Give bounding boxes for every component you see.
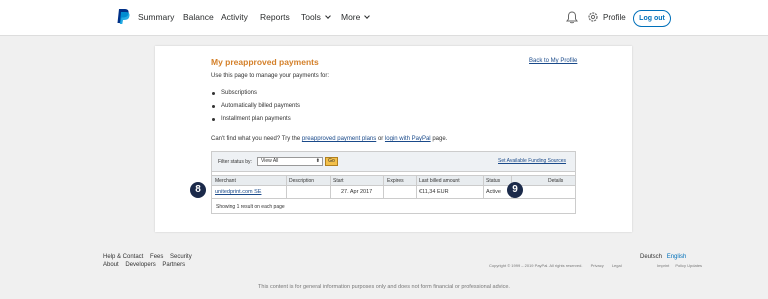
disclaimer-text: This content is for general information … [258,284,510,290]
list-item: Installment plan payments [211,116,300,129]
copyright-text: Copyright © 1999 – 2019 PayPal. All righ… [489,263,583,268]
column-header-last-billed[interactable]: Last billed amount [419,178,460,184]
footer-link-policy-updates[interactable]: Policy Updates [675,263,702,268]
merchant-link[interactable]: unitedprint.com SE [215,189,261,195]
chevron-down-icon [325,13,331,19]
footer-link-privacy[interactable]: Privacy [591,263,604,268]
cell-start: 27. Apr 2017 [341,189,373,195]
list-item: Automatically billed payments [211,103,300,116]
footer-link-partners[interactable]: Partners [162,262,185,268]
nav-summary[interactable]: Summary [138,12,174,22]
help-text-suffix: page. [432,136,448,142]
footer-link-help[interactable]: Help & Contact [103,254,143,260]
language-switcher: Deutsch English [640,254,686,260]
back-to-profile-link[interactable]: Back to My Profile [529,58,577,64]
results-count: Showing 1 result on each page [216,204,285,210]
nav-tools[interactable]: Tools [301,12,331,22]
status-filter-select[interactable]: View All [257,157,323,166]
annotation-marker-9: 9 [507,182,523,198]
annotation-marker-8: 8 [190,182,206,198]
go-button[interactable]: Go [325,157,338,166]
column-header-description[interactable]: Description [289,178,314,184]
language-deutsch[interactable]: Deutsch [640,254,662,260]
help-text: Can't find what you need? Try the preapp… [211,136,447,142]
page-title: My preapproved payments [211,57,319,67]
filter-label: Filter status by: [218,159,252,165]
login-with-paypal-link[interactable]: login with PayPal [385,136,431,142]
footer-link-security[interactable]: Security [170,254,192,260]
payments-table: Filter status by: View All Go Set Availa… [211,151,576,214]
funding-sources-link[interactable]: Set Available Funding Sources [498,158,566,164]
cell-last-billed: €11,34 EUR [419,189,449,195]
bell-icon[interactable] [566,11,578,24]
nav-more-label: More [341,12,361,22]
help-text-prefix: Can't find what you need? Try the [211,136,301,142]
column-header-details: Details [548,178,564,184]
paypal-logo-icon[interactable] [116,8,130,25]
column-header-merchant[interactable]: Merchant [215,178,236,184]
column-header-start[interactable]: Start [333,178,344,184]
filter-bar: Filter status by: View All Go Set Availa… [212,152,575,172]
policy-line: Imprint Policy Updates [657,263,702,268]
help-text-or: or [377,136,384,142]
footer-link-legal[interactable]: Legal [612,263,622,268]
cell-status: Active [486,189,501,195]
nav-more[interactable]: More [341,12,371,22]
logout-button[interactable]: Log out [633,10,671,27]
language-english[interactable]: English [667,254,687,260]
nav-reports[interactable]: Reports [260,12,290,22]
nav-balance[interactable]: Balance [183,12,214,22]
nav-tools-label: Tools [301,12,321,22]
profile-link[interactable]: Profile [603,13,626,22]
preapproved-plans-link[interactable]: preapproved payment plans [302,136,376,142]
footer-link-developers[interactable]: Developers [125,262,155,268]
intro-text: Use this page to manage your payments fo… [211,73,330,79]
footer-link-imprint[interactable]: Imprint [657,263,669,268]
payment-types-list: Subscriptions Automatically billed payme… [211,90,300,129]
top-navigation: Summary Balance Activity Reports Tools M… [0,0,768,36]
chevron-down-icon [364,13,371,19]
gear-icon[interactable] [587,11,599,23]
column-header-expires[interactable]: Expires [387,178,404,184]
copyright-line: Copyright © 1999 – 2019 PayPal. All righ… [489,263,622,268]
footer-link-fees[interactable]: Fees [150,254,163,260]
list-item: Subscriptions [211,90,300,103]
footer-link-about[interactable]: About [103,262,119,268]
footer-links: Help & Contact Fees Security About Devel… [103,254,197,270]
column-header-status[interactable]: Status [486,178,500,184]
nav-activity[interactable]: Activity [221,12,248,22]
